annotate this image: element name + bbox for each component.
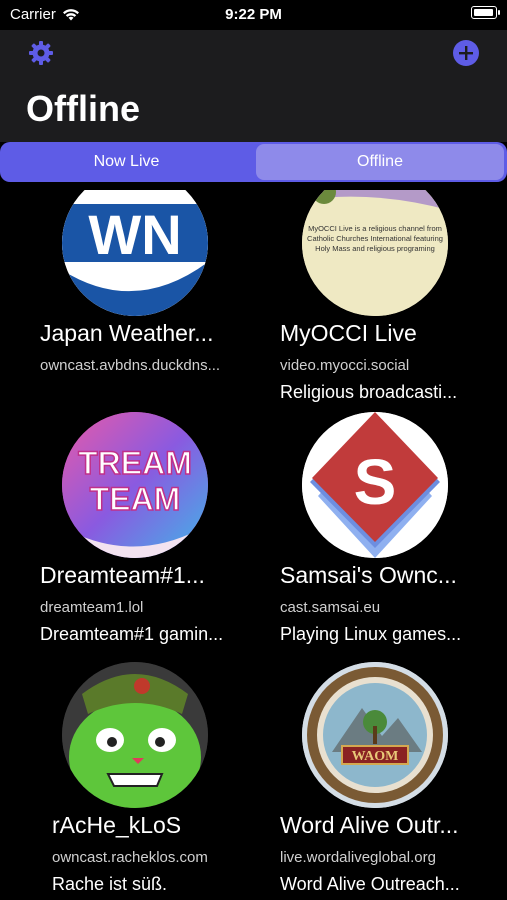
segmented-control: Now Live Offline (0, 142, 507, 182)
occi-logo: MyOCCI Live is a religious channel from … (302, 190, 448, 316)
stream-avatar: WN (62, 190, 208, 316)
status-right (471, 6, 500, 19)
stream-host: video.myocci.social (280, 357, 410, 374)
stream-grid: WN Japan Weather... owncast.avbdns.duckd… (0, 190, 507, 900)
battery-icon (471, 6, 500, 19)
navigation-bar: Offline (0, 30, 507, 142)
stream-avatar (62, 662, 208, 808)
stream-host: owncast.racheklos.com (52, 849, 208, 866)
stream-description: Religious broadcasti... (280, 382, 458, 402)
page-title: Offline (26, 88, 140, 129)
segment-now-live[interactable]: Now Live (0, 142, 253, 182)
stream-description: Dreamteam#1 gamin... (40, 624, 224, 644)
stream-avatar: TREAM TEAM (62, 412, 208, 558)
stream-avatar: WAOM (302, 662, 448, 808)
weather-logo-text: WN (88, 203, 181, 266)
stream-name: Dreamteam#1... (40, 562, 205, 588)
waom-logo: WAOM (302, 662, 448, 808)
segment-offline[interactable]: Offline (256, 144, 504, 180)
stream-name: MyOCCI Live (280, 320, 417, 346)
samsai-logo-letter: S (354, 446, 397, 518)
stream-card[interactable]: rAcHe_kLoS owncast.racheklos.com Rache i… (40, 662, 280, 900)
stream-description: Rache ist süß. (52, 874, 168, 894)
add-stream-button[interactable] (453, 40, 479, 66)
stream-description: Word Alive Outreach... (280, 874, 460, 894)
stream-avatar: MyOCCI Live is a religious channel from … (302, 190, 448, 316)
stream-card[interactable]: MyOCCI Live is a religious channel from … (280, 190, 507, 410)
dreamteam-logo: TREAM TEAM (62, 412, 208, 558)
stream-host: cast.samsai.eu (280, 599, 381, 616)
dreamteam-logo-line-1: TREAM (78, 445, 192, 481)
stream-host: live.wordaliveglobal.org (280, 849, 436, 866)
dreamteam-logo-line-2: TEAM (90, 481, 181, 517)
stream-card[interactable]: TREAM TEAM Dreamteam#1... dreamteam1.lol… (40, 412, 280, 652)
stream-description: Playing Linux games... (280, 624, 462, 644)
stream-host: dreamteam1.lol (40, 599, 144, 616)
status-bar: Carrier 9:22 PM (0, 0, 507, 30)
samsai-logo: S (302, 412, 448, 558)
status-time: 9:22 PM (225, 6, 282, 23)
stream-avatar: S (302, 412, 448, 558)
stream-name: Word Alive Outr... (280, 812, 459, 838)
occi-logo-text: MyOCCI Live is a religious channel from … (307, 224, 443, 253)
stream-host: owncast.avbdns.duckdns... (40, 357, 221, 374)
stream-card[interactable]: WAOM Word Alive Outr... live.wordalivegl… (280, 662, 507, 900)
gear-icon[interactable] (28, 40, 54, 66)
stream-name: rAcHe_kLoS (52, 812, 182, 838)
stream-card[interactable]: S Samsai's Ownc... cast.samsai.eu Playin… (280, 412, 507, 652)
plus-icon (459, 46, 473, 60)
stream-name: Samsai's Ownc... (280, 562, 457, 588)
flippy-avatar (62, 662, 208, 808)
waom-logo-text: WAOM (352, 749, 399, 764)
stream-card[interactable]: WN Japan Weather... owncast.avbdns.duckd… (40, 190, 280, 410)
weather-logo: WN (62, 190, 208, 316)
stream-name: Japan Weather... (40, 320, 214, 346)
